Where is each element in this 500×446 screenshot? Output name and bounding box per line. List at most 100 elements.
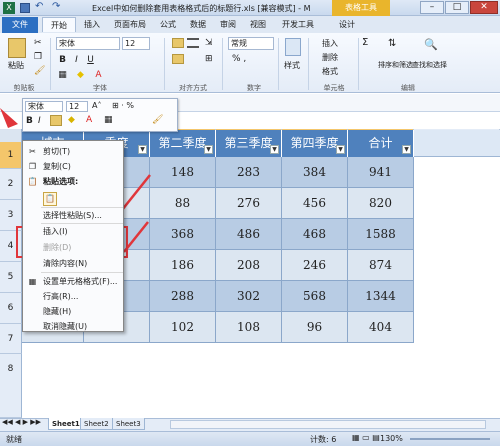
menu-item-hide[interactable]: 隐藏(H) xyxy=(23,304,123,319)
menu-item-label: 粘贴选项: xyxy=(43,177,79,186)
minimize-button[interactable]: – xyxy=(420,1,444,14)
table-cell[interactable]: 96 xyxy=(282,312,348,343)
table-cell[interactable]: 246 xyxy=(282,250,348,281)
status-ready: 就绪 xyxy=(6,435,22,444)
find-select-button[interactable]: 查找和选择 xyxy=(412,60,447,70)
sheet-tab-1[interactable]: Sheet1 xyxy=(48,418,84,430)
percent-icon[interactable]: % , xyxy=(232,54,246,64)
table-header-cell-total[interactable]: 合计 ▼ xyxy=(348,130,414,157)
menu-item-insert[interactable]: 插入(I) xyxy=(23,224,123,239)
mini-number-format-icon[interactable]: ⊞ · % xyxy=(112,101,134,110)
menu-item-cut[interactable]: ✂ 剪切(T) xyxy=(23,144,123,159)
menu-item-icon: 📋 xyxy=(27,177,38,186)
tab-review[interactable]: 审阅 xyxy=(214,17,242,32)
mini-font-name-select[interactable]: 宋体 xyxy=(25,101,63,112)
table-header-cell-q4[interactable]: 第四季度 ▼ xyxy=(282,130,348,157)
zoom-slider[interactable] xyxy=(410,438,490,440)
menu-item-icon: ✂ xyxy=(29,147,36,156)
separator xyxy=(278,38,279,90)
format-cells-button[interactable]: 格式 xyxy=(322,66,338,77)
separator xyxy=(222,38,223,90)
table-header-cell-q3[interactable]: 第三季度 ▼ xyxy=(216,130,282,157)
table-cell[interactable]: 404 xyxy=(348,312,414,343)
menu-item-label: 复制(C) xyxy=(43,162,71,171)
close-button[interactable]: ✕ xyxy=(470,1,498,14)
menu-item-label: 取消隐藏(U) xyxy=(43,322,88,331)
table-cell[interactable]: 283 xyxy=(216,157,282,188)
mini-font-size-select[interactable]: 12 xyxy=(66,101,88,112)
filter-dropdown-icon[interactable]: ▼ xyxy=(402,145,411,154)
menu-item-label: 设置单元格格式(F)... xyxy=(43,277,118,286)
menu-item-unhide[interactable]: 取消隐藏(U) xyxy=(23,319,123,334)
mini-italic-button[interactable]: I xyxy=(38,116,41,126)
horizontal-scrollbar[interactable] xyxy=(170,420,486,429)
menu-item-icon: ❐ xyxy=(28,162,37,171)
empty-cell-g1[interactable] xyxy=(414,130,500,157)
insert-cells-button[interactable]: 插入 xyxy=(322,38,338,49)
menu-item-format-cells[interactable]: ▦ 设置单元格格式(F)... xyxy=(23,274,123,289)
table-cell[interactable]: 1588 xyxy=(348,219,414,250)
mini-align-center-icon[interactable] xyxy=(50,115,62,126)
tab-developer[interactable]: 开发工具 xyxy=(276,17,320,32)
menu-item-label: 清除内容(N) xyxy=(43,259,88,268)
table-cell[interactable]: 820 xyxy=(348,188,414,219)
delete-cells-button[interactable]: 删除 xyxy=(322,52,338,63)
menu-item-label: 剪切(T) xyxy=(43,147,71,156)
sum-icon[interactable]: Σ xyxy=(362,37,368,48)
mini-bold-button[interactable]: B xyxy=(26,116,33,126)
styles-icon[interactable] xyxy=(285,38,301,56)
separator xyxy=(308,38,309,90)
menu-item-row-height[interactable]: 行高(R)... xyxy=(23,289,123,304)
menu-item-icon: 📋 xyxy=(43,192,57,206)
tab-design[interactable]: 设计 xyxy=(332,17,362,32)
table-cell[interactable]: 941 xyxy=(348,157,414,188)
menu-item-clear-contents[interactable]: 清除内容(N) xyxy=(23,256,123,271)
menu-separator xyxy=(41,223,123,224)
menu-item-icon: ▦ xyxy=(28,277,37,286)
menu-item-paste-icon-button[interactable]: 📋 xyxy=(23,189,123,209)
menu-item-label: 行高(R)... xyxy=(43,292,79,301)
table-cell[interactable]: 456 xyxy=(282,188,348,219)
table-cell[interactable]: 486 xyxy=(216,219,282,250)
zoom-level[interactable]: 130% xyxy=(380,434,403,443)
filter-dropdown-icon[interactable]: ▼ xyxy=(204,145,213,154)
mini-font-color-icon[interactable]: A xyxy=(86,115,92,125)
table-cell[interactable]: 874 xyxy=(348,250,414,281)
menu-separator xyxy=(41,272,123,273)
mini-format-painter-icon[interactable]: 🖌 xyxy=(152,115,163,125)
merge-icon[interactable]: ⊞ xyxy=(205,54,213,64)
table-cell[interactable]: 208 xyxy=(216,250,282,281)
menu-item-label: 删除(D) xyxy=(43,243,72,252)
menu-item-paste-options[interactable]: 📋 粘贴选项: xyxy=(23,174,123,189)
table-tools-context-tab: 表格工具 xyxy=(332,0,390,16)
filter-dropdown-icon[interactable]: ▼ xyxy=(270,145,279,154)
view-mode-icons[interactable]: ▦ ▭ ▤ xyxy=(352,433,380,442)
table-cell[interactable]: 302 xyxy=(216,281,282,312)
number-format-select[interactable]: 常规 xyxy=(228,37,274,50)
group-label-editing: 编辑 xyxy=(401,84,415,92)
mini-fill-color-icon[interactable]: ◆ xyxy=(68,115,75,125)
sheet-tab-2[interactable]: Sheet2 xyxy=(80,418,113,430)
find-select-icon[interactable]: 🔍 xyxy=(424,38,438,51)
table-cell[interactable]: 468 xyxy=(282,219,348,250)
filter-dropdown-icon[interactable]: ▼ xyxy=(336,145,345,154)
table-cell[interactable]: 276 xyxy=(216,188,282,219)
table-cell[interactable]: 384 xyxy=(282,157,348,188)
mini-borders-icon[interactable]: ▦ xyxy=(104,115,113,125)
table-cell[interactable]: 1344 xyxy=(348,281,414,312)
table-header-q3-text: 第三季度 xyxy=(224,136,273,150)
maximize-button[interactable]: □ xyxy=(445,1,469,14)
sort-filter-button[interactable]: 排序和筛选 xyxy=(378,60,413,70)
sheet-nav-arrows-icon[interactable]: ◀◀ ◀ ▶ ▶▶ xyxy=(2,418,41,426)
menu-item-copy[interactable]: ❐ 复制(C) xyxy=(23,159,123,174)
sheet-tab-3[interactable]: Sheet3 xyxy=(112,418,145,430)
table-cell[interactable]: 108 xyxy=(216,312,282,343)
menu-item-paste-special[interactable]: 选择性粘贴(S)... xyxy=(23,208,123,223)
table-cell[interactable]: 568 xyxy=(282,281,348,312)
sort-filter-icon[interactable]: ⇅ xyxy=(388,38,396,49)
styles-button-label[interactable]: 样式 xyxy=(284,60,300,71)
menu-item-label: 插入(I) xyxy=(43,227,68,236)
wrap-text-icon[interactable]: ⇲ xyxy=(205,38,213,48)
mini-grow-font-icon[interactable]: A˄ xyxy=(92,101,101,110)
tab-view[interactable]: 视图 xyxy=(244,17,272,32)
